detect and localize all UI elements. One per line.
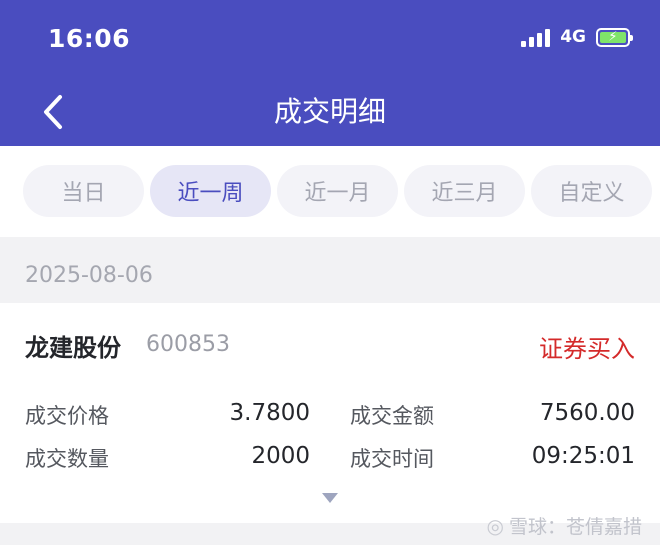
page-title: 成交明细: [273, 95, 386, 128]
status-indicators: 4G ⚡: [521, 27, 633, 47]
amount-label: 成交金额: [350, 404, 434, 428]
snowball-logo-icon: ◎: [486, 513, 504, 538]
tab-last-week[interactable]: 近一周: [150, 165, 271, 217]
tab-last-month[interactable]: 近一月: [277, 165, 398, 217]
time-value: 09:25:01: [531, 443, 635, 469]
tab-last-three-months[interactable]: 近三月: [404, 165, 525, 217]
expand-arrow-icon[interactable]: [322, 493, 338, 503]
trade-type-badge: 证券买入: [539, 335, 635, 363]
trade-record-card[interactable]: 龙建股份 600853 证券买入 成交价格 3.7800 成交金额 7560.0…: [0, 303, 660, 523]
stock-code: 600853: [146, 332, 230, 357]
network-type: 4G: [560, 27, 586, 47]
tab-today[interactable]: 当日: [23, 165, 144, 217]
charging-bolt-icon: ⚡: [608, 29, 618, 45]
date-group-header: 2025-08-06: [0, 237, 660, 303]
status-time: 16:06: [48, 24, 131, 53]
time-label: 成交时间: [350, 447, 434, 471]
watermark: ◎ 雪球：苍倩嘉措: [487, 512, 642, 539]
tab-custom[interactable]: 自定义: [531, 165, 652, 217]
watermark-text: 雪球：苍倩嘉措: [508, 516, 642, 538]
price-value: 3.7800: [229, 400, 310, 426]
app-header: 16:06 4G ⚡ 成交明细: [0, 0, 660, 146]
quantity-label: 成交数量: [25, 447, 109, 471]
signal-icon: [521, 27, 551, 47]
amount-value: 7560.00: [539, 400, 635, 426]
quantity-value: 2000: [251, 443, 310, 469]
date-range-tabs: 当日 近一周 近一月 近三月 自定义: [23, 165, 652, 217]
stock-name: 龙建股份: [25, 334, 121, 362]
battery-icon: ⚡: [596, 27, 633, 47]
price-label: 成交价格: [25, 404, 109, 428]
